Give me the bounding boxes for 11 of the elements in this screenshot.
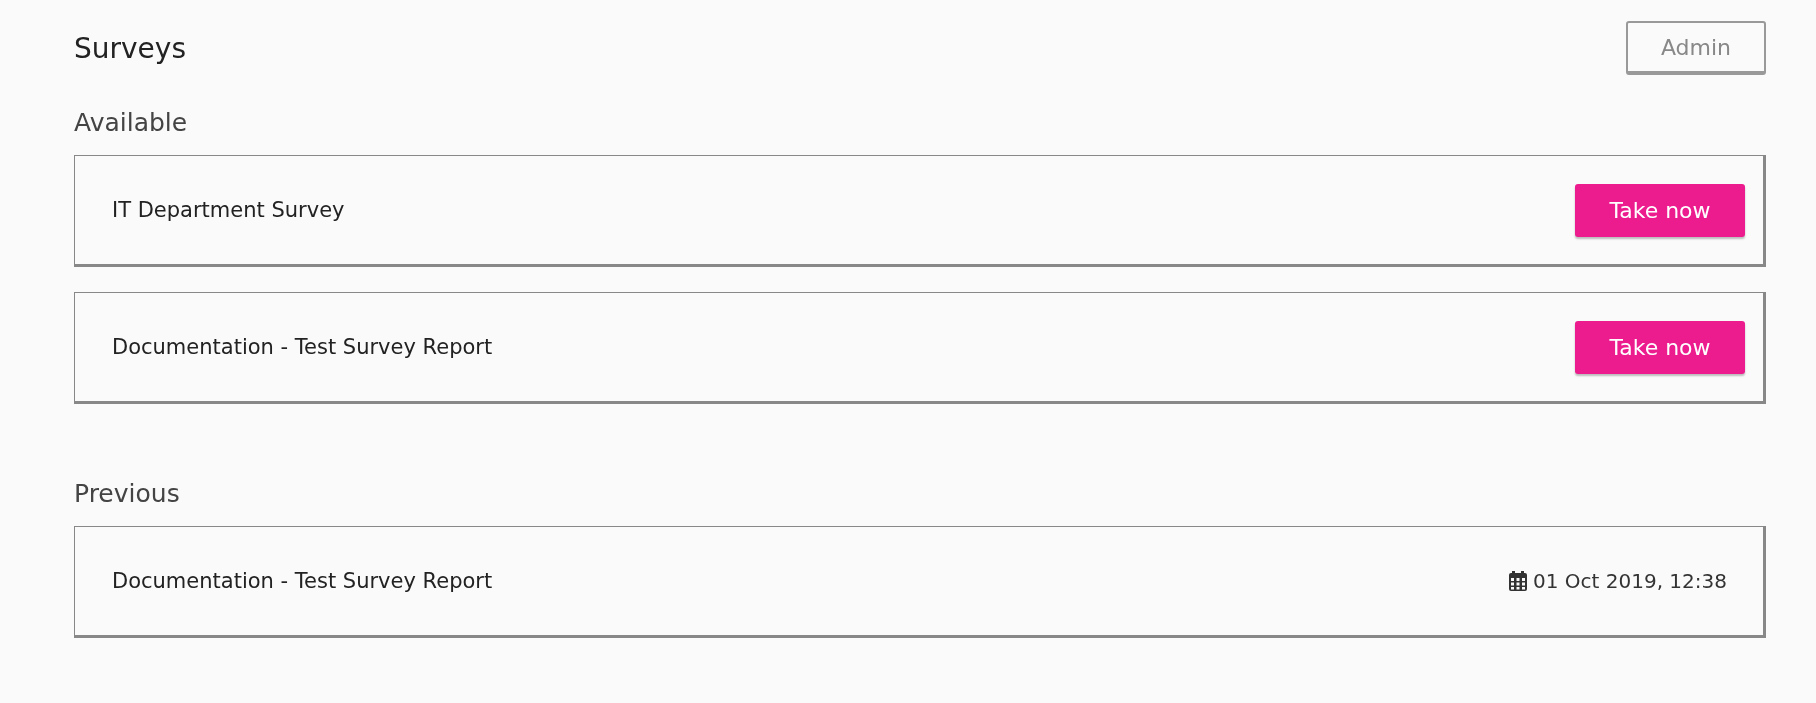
calendar-icon [1509, 571, 1527, 591]
completed-date: 01 Oct 2019, 12:38 [1533, 569, 1727, 593]
page-title: Surveys [74, 31, 186, 65]
admin-button[interactable]: Admin [1626, 21, 1766, 75]
survey-name: Documentation - Test Survey Report [112, 569, 493, 593]
take-now-button[interactable]: Take now [1575, 183, 1745, 237]
survey-name: IT Department Survey [112, 198, 345, 222]
survey-name: Documentation - Test Survey Report [112, 335, 493, 359]
section-heading: Available [74, 108, 189, 137]
take-now-button[interactable]: Take now [1575, 320, 1745, 374]
section-heading: Previous [74, 479, 181, 508]
